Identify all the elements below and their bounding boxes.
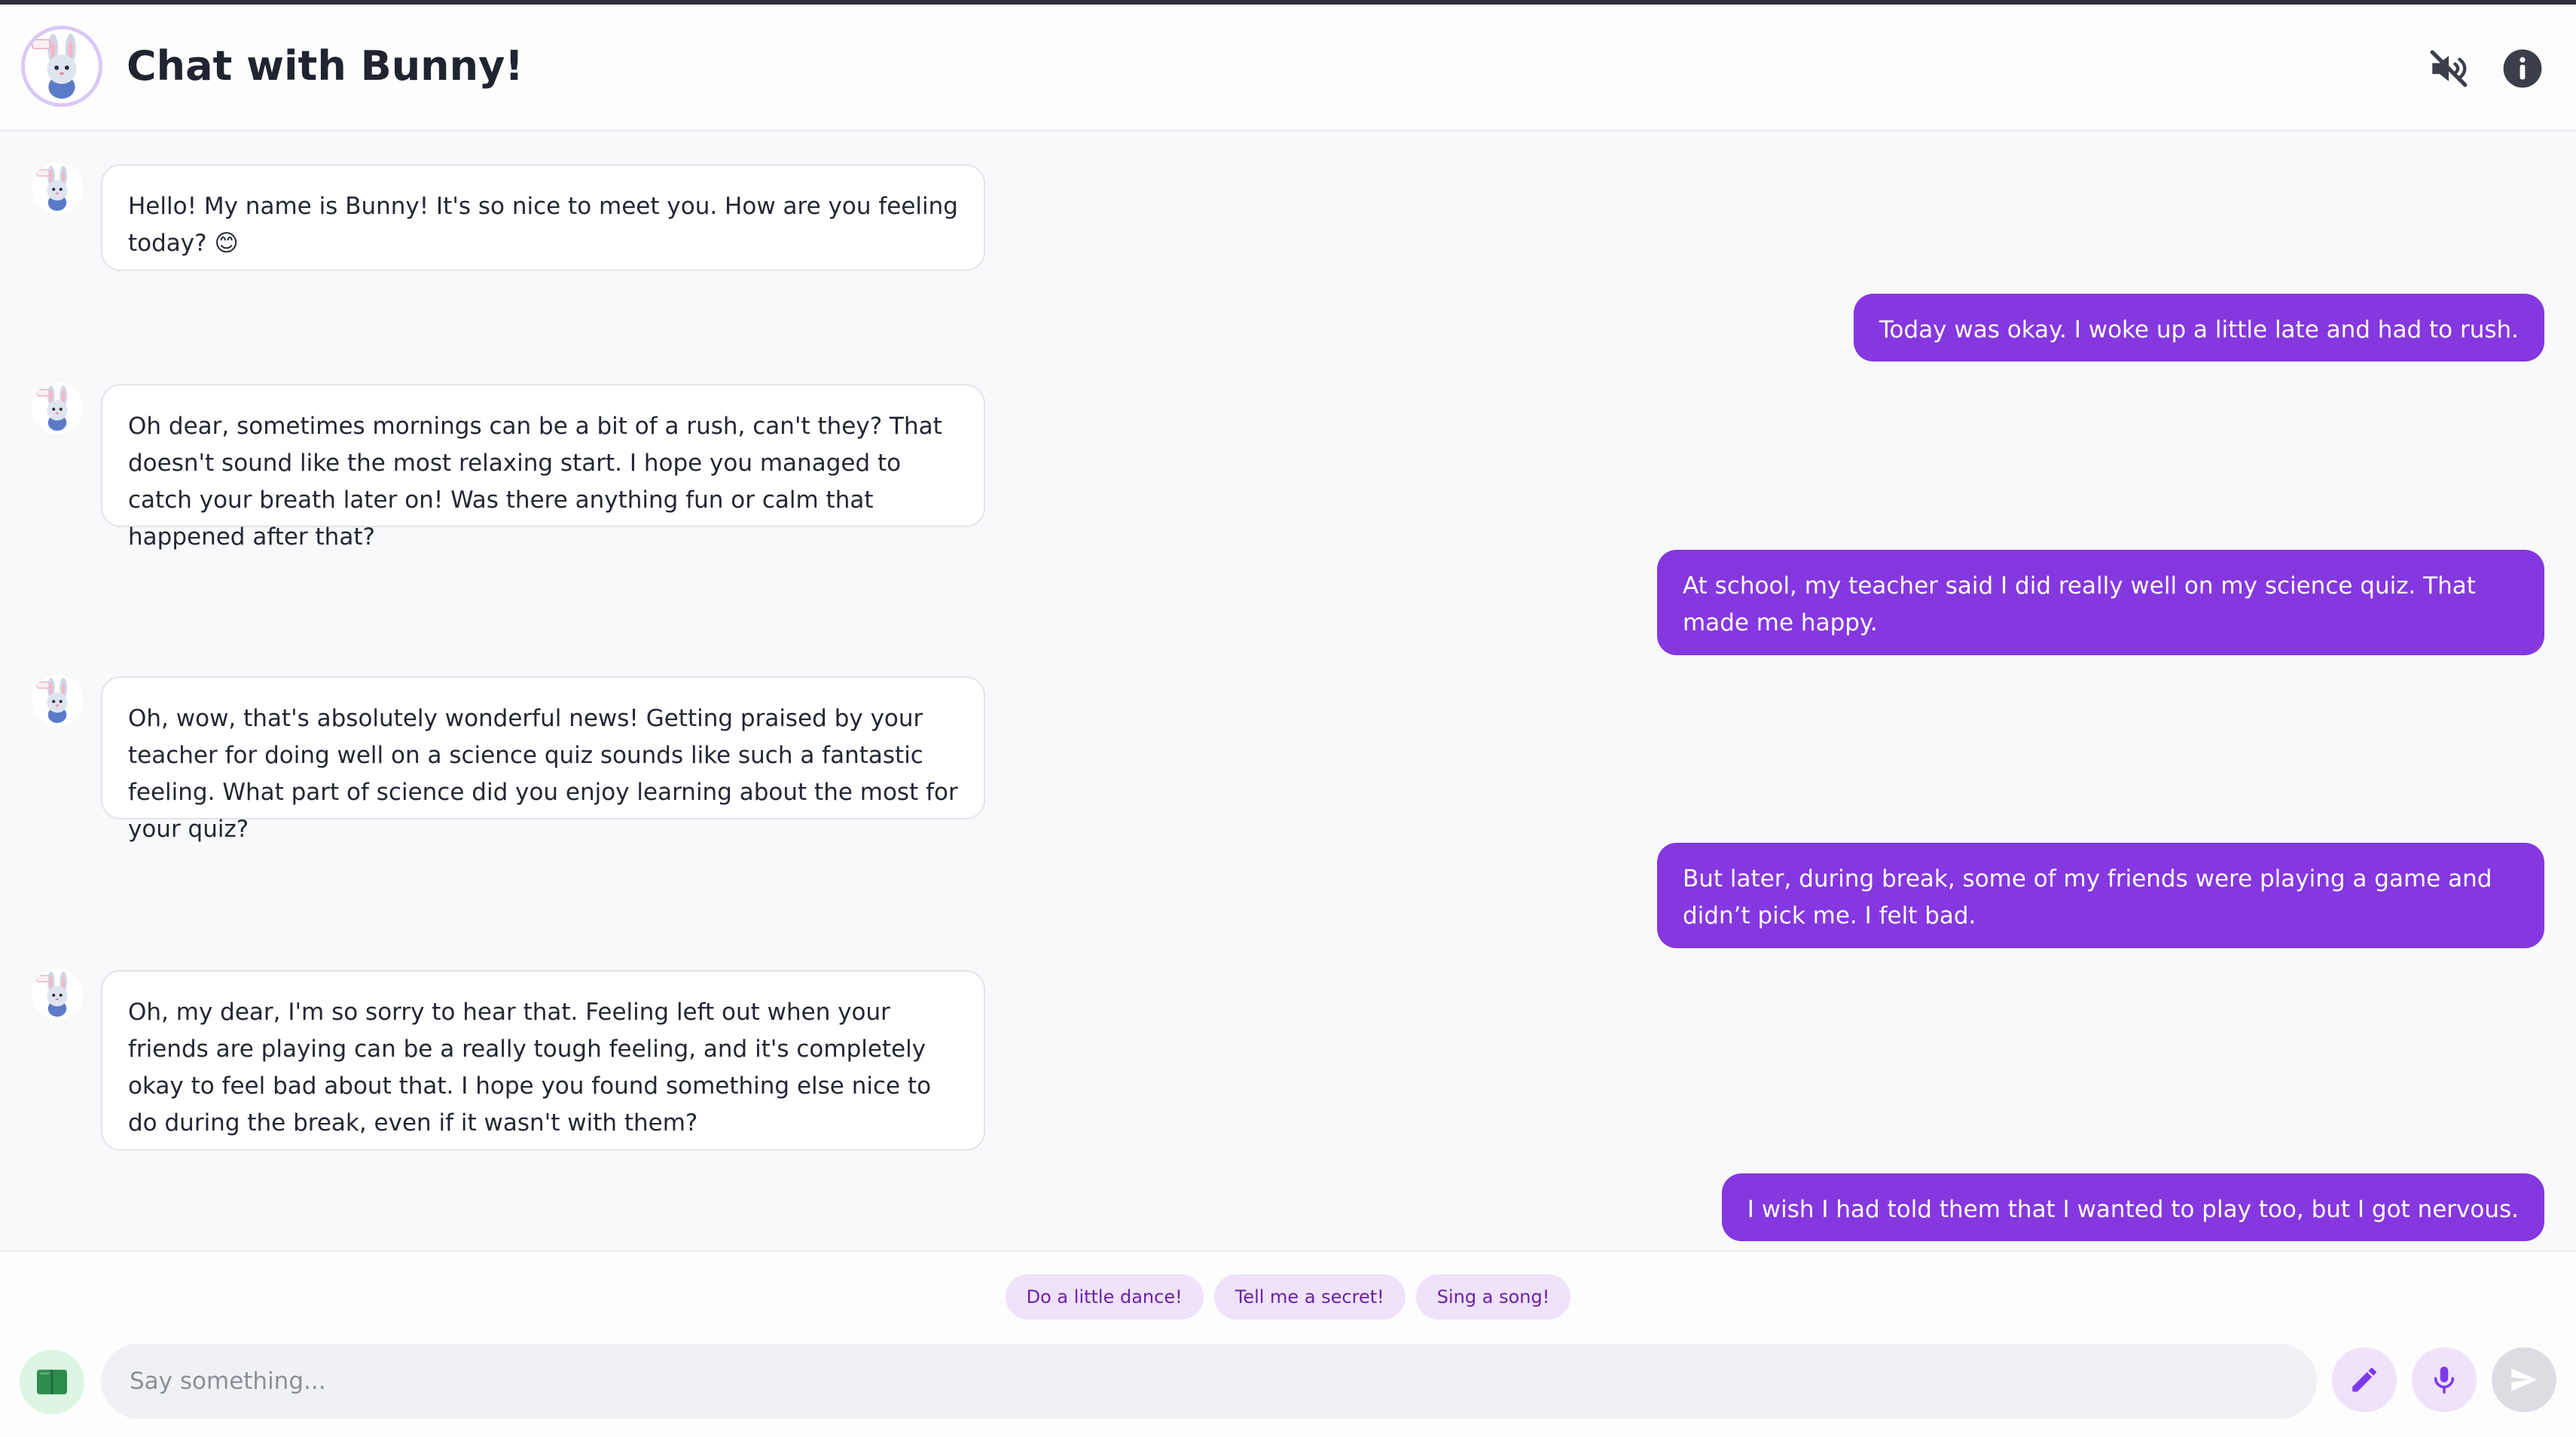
microphone-icon (2434, 1366, 2455, 1394)
book-icon (37, 1369, 67, 1395)
mute-button[interactable] (2427, 47, 2471, 90)
send-icon (2511, 1368, 2538, 1391)
chat-log: Hello! My name is Bunny! It's so nice to… (0, 133, 2576, 1250)
message-input[interactable]: Say something... (101, 1344, 2317, 1419)
user-message: But later, during break, some of my frie… (1657, 843, 2544, 948)
composer-area: Do a little dance! Tell me a secret! Sing … (0, 1250, 2576, 1437)
info-icon (2503, 49, 2542, 88)
story-book-button[interactable] (20, 1350, 84, 1414)
mute-icon (2430, 50, 2468, 87)
bot-message: Hello! My name is Bunny! It's so nice to… (101, 164, 985, 271)
bot-avatar (32, 383, 83, 434)
bot-message: Oh, my dear, I'm so sorry to hear that. … (101, 970, 985, 1151)
user-message: Today was okay. I woke up a little late … (1853, 294, 2544, 362)
bot-message: Oh dear, sometimes mornings can be a bit… (101, 384, 985, 551)
user-message: At school, my teacher said I did really … (1657, 550, 2544, 655)
bot-avatar (32, 969, 83, 1020)
suggestion-chip[interactable]: Tell me a secret! (1213, 1274, 1406, 1320)
pencil-icon (2352, 1368, 2376, 1392)
suggestion-chips: Do a little dance! Tell me a secret! Sing … (0, 1274, 2576, 1320)
chat-header: Chat with Bunny! (0, 5, 2576, 131)
user-message: I wish I had told them that I wanted to … (1721, 1173, 2544, 1241)
draw-button[interactable] (2332, 1347, 2397, 1412)
info-button[interactable] (2501, 47, 2544, 90)
suggestion-chip[interactable]: Do a little dance! (1005, 1274, 1204, 1320)
send-button[interactable] (2492, 1347, 2556, 1412)
voice-button[interactable] (2412, 1347, 2477, 1412)
bot-message: Oh, wow, that's absolutely wonderful new… (101, 676, 985, 843)
page-title: Chat with Bunny! (127, 42, 523, 90)
bot-avatar (32, 675, 83, 726)
bot-avatar (32, 163, 83, 214)
bunny-avatar (21, 26, 102, 107)
suggestion-chip[interactable]: Sing a song! (1415, 1274, 1571, 1320)
